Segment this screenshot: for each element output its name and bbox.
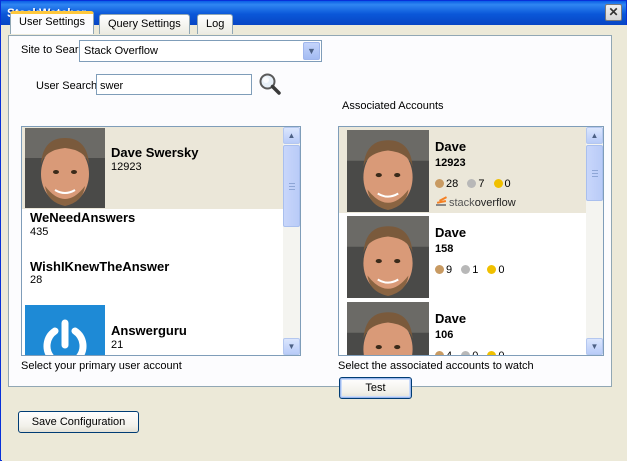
bronze-badge-icon [435, 265, 444, 274]
chevron-down-icon[interactable]: ▼ [303, 42, 320, 60]
user-reputation: 21 [111, 339, 124, 351]
list-item[interactable]: Dave Swersky 12923 [22, 127, 284, 209]
silver-count: 7 [478, 178, 485, 190]
user-search-input[interactable] [96, 74, 252, 95]
scroll-up-button[interactable]: ▲ [283, 127, 300, 144]
stackoverflow-logo: stackoverflow [435, 195, 516, 209]
search-icon[interactable] [258, 72, 282, 96]
user-name: Dave Swersky [111, 145, 199, 160]
silver-badge-icon [461, 265, 471, 274]
logo-suffix: overflow [474, 197, 516, 209]
user-reputation: 28 [30, 274, 43, 286]
avatar [347, 216, 429, 298]
list-item[interactable]: Dave 158 9 1 0 [339, 213, 587, 299]
close-button[interactable]: ✕ [605, 4, 622, 21]
gold-badge-icon [493, 179, 503, 188]
account-reputation: 158 [435, 243, 454, 255]
user-name: WishIKnewTheAnswer [30, 259, 170, 274]
scroll-up-button[interactable]: ▲ [586, 127, 603, 144]
account-reputation: 106 [435, 329, 454, 341]
tab-log[interactable]: Log [197, 14, 234, 34]
gold-count: 0 [498, 350, 505, 356]
silver-badge-icon [467, 179, 477, 188]
scroll-thumb[interactable] [283, 145, 300, 227]
list-item[interactable]: WishIKnewTheAnswer 28 [22, 257, 284, 305]
badge-counts: 28 7 0 [435, 178, 517, 190]
scrollbar[interactable]: ▲ ▼ [283, 127, 300, 355]
primary-account-hint: Select your primary user account [21, 360, 182, 372]
list-item[interactable]: Dave 106 4 0 0 [339, 299, 587, 356]
user-settings-panel: Site to Search Stack Overflow ▼ User Sea… [8, 35, 612, 399]
associated-accounts-title: Associated Accounts [342, 100, 444, 112]
gold-count: 0 [504, 178, 511, 190]
list-item[interactable]: WeNeedAnswers 435 [22, 209, 284, 257]
badge-counts: 9 1 0 [435, 264, 511, 276]
app-window: StackWatcher ✕ User Settings Query Setti… [0, 0, 627, 461]
tab-user-settings[interactable]: User Settings [10, 11, 95, 34]
scroll-down-button[interactable]: ▼ [283, 338, 300, 355]
bronze-count: 4 [446, 350, 453, 356]
bronze-count: 9 [446, 264, 453, 276]
account-name: Dave [435, 225, 467, 240]
silver-count: 0 [472, 350, 479, 356]
stack-icon [436, 196, 448, 206]
user-name: Answerguru [111, 323, 187, 338]
badge-counts: 4 0 0 [435, 350, 511, 356]
scrollbar[interactable]: ▲ ▼ [586, 127, 603, 355]
avatar [347, 130, 429, 212]
logo-prefix: stack [449, 197, 475, 209]
account-name: Dave [435, 311, 467, 326]
list-item[interactable]: Dave 12923 28 7 0 stackoverflow [339, 127, 587, 213]
user-search-label: User Search [36, 80, 98, 92]
scroll-down-button[interactable]: ▼ [586, 338, 603, 355]
silver-count: 1 [472, 264, 479, 276]
associated-accounts-hint: Select the associated accounts to watch [338, 360, 534, 372]
site-select[interactable]: Stack Overflow ▼ [79, 40, 322, 62]
gold-badge-icon [487, 265, 497, 274]
account-reputation: 12923 [435, 157, 466, 169]
user-reputation: 12923 [111, 161, 142, 173]
user-name: WeNeedAnswers [30, 210, 136, 225]
list-item[interactable]: Answerguru 21 [22, 305, 284, 355]
tab-label: Query Settings [108, 18, 181, 30]
tab-label: User Settings [19, 16, 86, 28]
power-logo-icon [25, 305, 105, 355]
bronze-badge-icon [435, 351, 444, 355]
avatar [347, 302, 429, 355]
tab-query-settings[interactable]: Query Settings [99, 14, 190, 34]
title-bar: StackWatcher ✕ [1, 1, 626, 25]
silver-badge-icon [461, 351, 471, 355]
save-configuration-button[interactable]: Save Configuration [18, 411, 139, 433]
bronze-badge-icon [435, 179, 444, 188]
user-results-list[interactable]: Dave Swersky 12923 WeNeedAnswers 435 Wis… [21, 126, 301, 356]
avatar [25, 128, 105, 208]
bronze-count: 28 [446, 178, 459, 190]
test-button[interactable]: Test [339, 377, 412, 399]
gold-count: 0 [498, 264, 505, 276]
scroll-thumb[interactable] [586, 145, 603, 201]
tab-label: Log [206, 18, 225, 30]
gold-badge-icon [487, 351, 497, 355]
account-name: Dave [435, 139, 467, 154]
user-reputation: 435 [30, 226, 49, 238]
site-select-value: Stack Overflow [84, 45, 158, 57]
associated-accounts-list[interactable]: Dave 12923 28 7 0 stackoverflow Dave 158… [338, 126, 604, 356]
